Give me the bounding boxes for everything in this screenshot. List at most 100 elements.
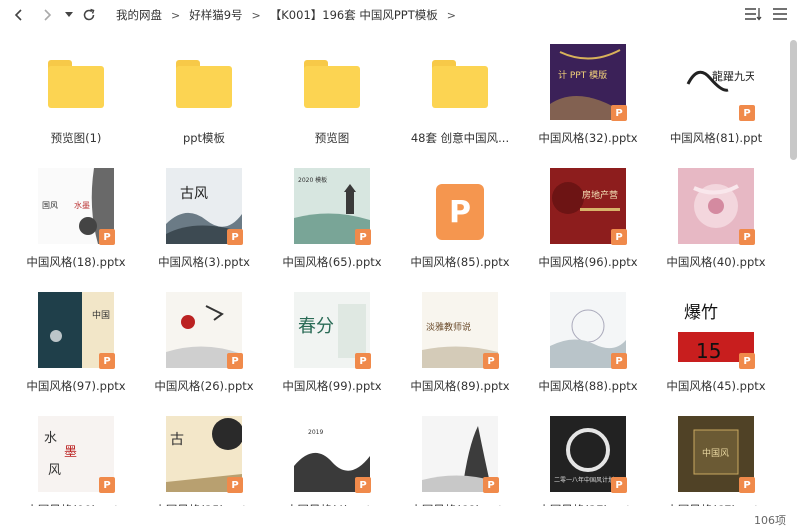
breadcrumb-item-current[interactable]: 【K001】196套 中国风PPT模板: [270, 7, 438, 23]
folder-item[interactable]: 预览图(1): [12, 32, 140, 156]
file-item[interactable]: 计 PPT 模版 P 中国风格(32).pptx: [524, 32, 652, 156]
file-thumbnail: 国风 水墨 P: [38, 168, 115, 245]
back-button[interactable]: [10, 5, 28, 25]
ppt-file-icon: P: [436, 184, 484, 240]
list-view-icon: [745, 8, 762, 21]
svg-text:淡雅教师说: 淡雅教师说: [426, 321, 471, 333]
file-item[interactable]: P 中国风格(40).pptx: [652, 156, 780, 280]
file-name: 中国风格(67).pptx: [652, 502, 780, 506]
ppt-badge-icon: P: [611, 105, 627, 121]
file-item[interactable]: 2019 P 中国风格(4).pptx: [268, 404, 396, 506]
ppt-badge-icon: P: [739, 477, 755, 493]
file-thumbnail: 水墨风 P: [38, 416, 115, 493]
ppt-badge-icon: P: [99, 477, 115, 493]
file-thumbnail: 龍躍九天 P: [678, 44, 755, 121]
folder-item[interactable]: 48套 创意中国风...: [396, 32, 524, 156]
chevron-left-icon: [14, 9, 22, 21]
folder-item[interactable]: 预览图: [268, 32, 396, 156]
ppt-badge-icon: P: [355, 477, 371, 493]
scrollbar-thumb[interactable]: [790, 40, 797, 160]
file-item[interactable]: 古风 P 中国风格(3).pptx: [140, 156, 268, 280]
file-name: 中国风格(3).pptx: [158, 255, 250, 269]
file-name: 中国风格(97).pptx: [26, 379, 126, 393]
svg-text:计 PPT 模版: 计 PPT 模版: [558, 69, 607, 81]
file-item[interactable]: 中国风 P 中国风格(67).pptx: [652, 404, 780, 506]
svg-text:2020 模板: 2020 模板: [298, 176, 327, 184]
file-item[interactable]: P 中国风格(88).pptx: [524, 280, 652, 404]
file-thumbnail: P: [550, 292, 627, 369]
toolbar: 我的网盘 > 好样猫9号 > 【K001】196套 中国风PPT模板 >: [0, 0, 800, 30]
file-name: 中国风格(99).pptx: [282, 379, 382, 393]
file-item[interactable]: 龍躍九天 P 中国风格(81).ppt: [652, 32, 780, 156]
file-name: 中国风格(88).pptx: [538, 379, 638, 393]
scrollbar[interactable]: [786, 30, 800, 506]
file-item[interactable]: 2020 模板 P 中国风格(65).pptx: [268, 156, 396, 280]
svg-text:水墨: 水墨: [74, 200, 90, 210]
file-thumbnail: P: [166, 292, 243, 369]
file-thumbnail: 爆竹 15 P: [678, 292, 755, 369]
svg-text:2019: 2019: [308, 429, 323, 436]
file-name: 中国风格(40).pptx: [666, 255, 766, 269]
svg-text:中国: 中国: [92, 309, 110, 321]
file-item[interactable]: 国风 水墨 P 中国风格(18).pptx: [12, 156, 140, 280]
svg-text:爆竹: 爆竹: [684, 303, 718, 323]
file-thumbnail: 房地产营 P: [550, 168, 627, 245]
file-item[interactable]: 淡雅教师说 P 中国风格(89).pptx: [396, 280, 524, 404]
file-grid: 预览图(1) ppt模板 预览图 48套 创意中国风... 计 PPT 模版 P 中国风格(…: [0, 30, 786, 506]
file-item[interactable]: 中国 P 中国风格(97).pptx: [12, 280, 140, 404]
svg-text:风: 风: [48, 463, 61, 478]
file-item[interactable]: 房地产营 P 中国风格(96).pptx: [524, 156, 652, 280]
file-item[interactable]: P 中国风格(85).pptx: [396, 156, 524, 280]
history-dropdown-button[interactable]: [62, 5, 76, 25]
ppt-badge-icon: P: [227, 477, 243, 493]
file-name: 中国风格(37).pptx: [524, 502, 652, 506]
file-item[interactable]: P 中国风格(26).pptx: [140, 280, 268, 404]
file-item[interactable]: 古P中国风格(25).pptx: [140, 404, 268, 506]
file-name: 预览图(1): [50, 131, 102, 145]
folder-icon: [48, 60, 104, 108]
file-name: 中国风格(32).pptx: [538, 131, 638, 145]
ppt-badge-icon: P: [355, 229, 371, 245]
file-thumbnail: 2019 P: [294, 416, 371, 493]
file-item[interactable]: 水墨风 P 中国风格(90).pptx: [12, 404, 140, 506]
file-name: 中国风格(90).pptx: [12, 502, 140, 506]
chevron-right-icon: [44, 9, 52, 21]
forward-button[interactable]: [38, 5, 56, 25]
ppt-badge-icon: P: [355, 353, 371, 369]
ppt-badge-icon: P: [611, 229, 627, 245]
file-item[interactable]: 爆竹 15 P 中国风格(45).pptx: [652, 280, 780, 404]
view-mode-button[interactable]: [744, 6, 764, 24]
ppt-badge-icon: P: [739, 229, 755, 245]
file-thumbnail: 春分 P: [294, 292, 371, 369]
file-thumbnail: 二零一八年中国风计划 P: [550, 416, 627, 493]
file-thumbnail: 2020 模板 P: [294, 168, 371, 245]
file-name: 中国风格(25).pptx: [140, 502, 268, 506]
breadcrumb-item-folder[interactable]: 好样猫9号: [189, 7, 242, 23]
file-thumbnail: 中国 P: [38, 292, 115, 369]
file-name: 预览图: [314, 131, 350, 145]
file-item[interactable]: P 中国风格(68).pptx: [396, 404, 524, 506]
breadcrumb-separator: >: [251, 8, 261, 22]
ppt-badge-icon: P: [227, 229, 243, 245]
more-options-button[interactable]: [772, 6, 792, 24]
svg-text:国风: 国风: [42, 201, 58, 210]
folder-icon: [432, 60, 488, 108]
file-item[interactable]: 二零一八年中国风计划P 中国风格(37).pptx: [524, 404, 652, 506]
folder-item[interactable]: ppt模板: [140, 32, 268, 156]
svg-text:龍躍九天: 龍躍九天: [712, 69, 754, 83]
breadcrumb-item-root[interactable]: 我的网盘: [116, 7, 162, 23]
ppt-badge-icon: P: [739, 353, 755, 369]
svg-text:15: 15: [696, 339, 721, 363]
item-count: 106项: [754, 514, 786, 527]
svg-text:水: 水: [44, 431, 57, 446]
svg-text:中国风: 中国风: [702, 447, 729, 459]
file-name: 中国风格(85).pptx: [410, 255, 510, 269]
refresh-button[interactable]: [80, 5, 98, 25]
file-item[interactable]: 春分 P 中国风格(99).pptx: [268, 280, 396, 404]
file-name: 中国风格(65).pptx: [282, 255, 382, 269]
file-thumbnail: 古风 P: [166, 168, 243, 245]
svg-text:春分: 春分: [298, 316, 334, 337]
ppt-badge-icon: P: [99, 353, 115, 369]
breadcrumb: 我的网盘 > 好样猫9号 > 【K001】196套 中国风PPT模板 >: [116, 6, 465, 24]
svg-text:房地产营: 房地产营: [582, 189, 618, 201]
